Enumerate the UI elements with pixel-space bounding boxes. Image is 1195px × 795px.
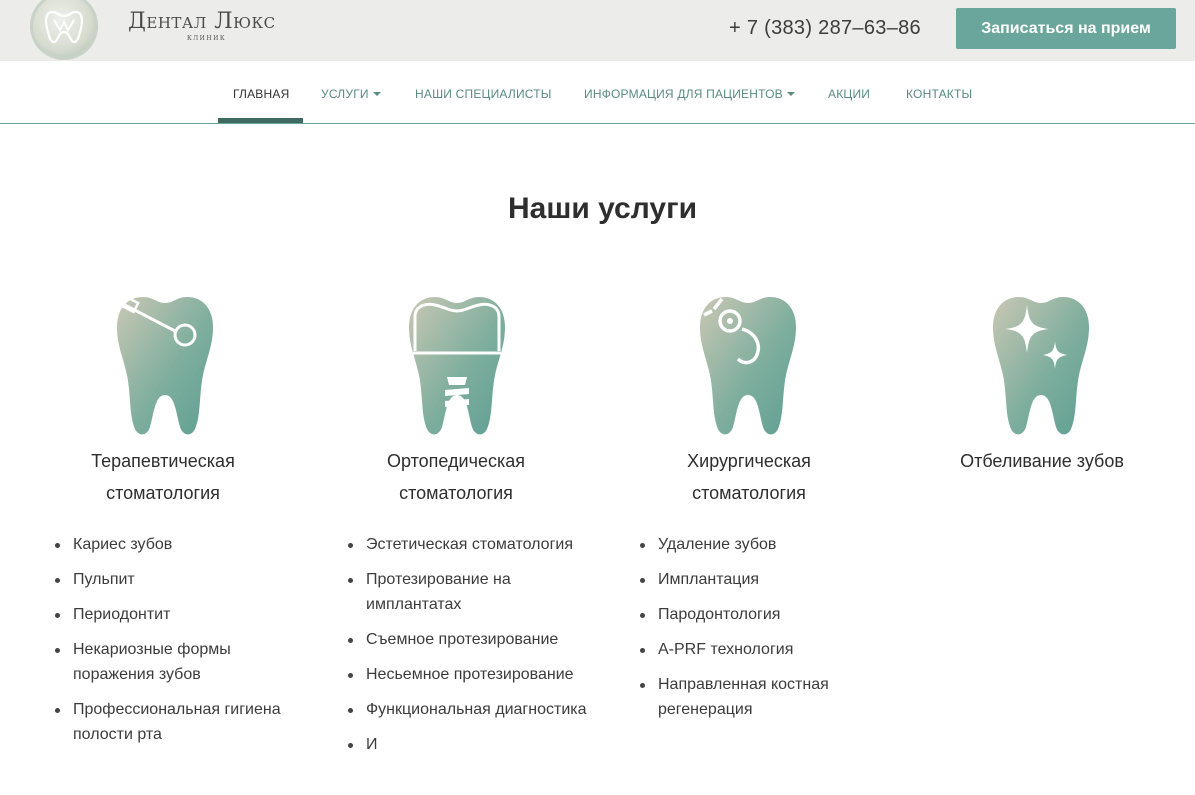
service-list: Кариес зубов Пульпит Периодонтит Некарио… xyxy=(55,532,303,757)
list-item[interactable]: Профессиональная гигиена полости рта xyxy=(55,697,303,747)
brand[interactable]: Дентал Люкс клиник xyxy=(128,9,276,42)
service-title[interactable]: Терапевтическая стоматология xyxy=(18,445,308,509)
list-item[interactable]: Имплантация xyxy=(640,567,888,592)
nav-label: Услуги xyxy=(321,87,369,101)
nav-item-specialists[interactable]: Наши специалисты xyxy=(415,87,552,101)
list-item[interactable]: A-PRF технология xyxy=(640,637,888,662)
service-list: Эстетическая стоматология Протезирование… xyxy=(348,532,601,767)
service-title[interactable]: Отбеливание зубов xyxy=(897,445,1187,477)
caret-down-icon xyxy=(372,92,381,96)
title-line: Терапевтическая xyxy=(91,451,235,471)
book-appointment-button[interactable]: Записаться на прием xyxy=(956,8,1176,49)
nav-label: Информация для пациентов xyxy=(584,87,783,101)
nav-label: Акции xyxy=(828,87,871,101)
list-item[interactable]: Съемное протезирование xyxy=(348,627,601,652)
title-line: стоматология xyxy=(399,483,513,503)
nav-item-contacts[interactable]: Контакты xyxy=(906,87,972,101)
service-list: Удаление зубов Имплантация Пародонтологи… xyxy=(640,532,888,732)
list-item[interactable]: Некариозные формы поражения зубов xyxy=(55,637,303,687)
list-item[interactable]: Периодонтит xyxy=(55,602,303,627)
nav-label: Контакты xyxy=(906,87,973,101)
nav-item-promotions[interactable]: Акции xyxy=(828,87,870,101)
nav-item-services[interactable]: Услуги xyxy=(321,87,381,101)
active-nav-indicator xyxy=(218,118,303,123)
tooth-probe-icon[interactable] xyxy=(698,295,798,437)
title-line: Хирургическая xyxy=(687,451,811,471)
nav-label: Главная xyxy=(233,87,290,101)
list-item[interactable]: Несьемное протезирование xyxy=(348,662,601,687)
tooth-implant-icon[interactable] xyxy=(407,295,507,437)
title-line: Отбеливание зубов xyxy=(960,451,1124,471)
list-item[interactable]: Пародонтология xyxy=(640,602,888,627)
nav-item-home[interactable]: Главная xyxy=(233,87,289,101)
list-item[interactable]: Пульпит xyxy=(55,567,303,592)
list-item[interactable]: Эстетическая стоматология xyxy=(348,532,601,557)
tooth-sparkle-icon[interactable] xyxy=(991,295,1091,437)
section-title: Наши услуги xyxy=(507,192,698,225)
service-title[interactable]: Ортопедическая стоматология xyxy=(311,445,601,509)
brand-name: Дентал Люкс xyxy=(128,9,276,34)
list-item[interactable]: И xyxy=(348,732,601,757)
caret-down-icon xyxy=(786,92,795,96)
phone-number[interactable]: + 7 (383) 287–63–86 xyxy=(729,17,921,40)
list-item[interactable]: Протезирование на имплантатах xyxy=(348,567,601,617)
top-header: Дентал Люкс клиник + 7 (383) 287–63–86 З… xyxy=(0,0,1195,61)
list-item[interactable]: Кариес зубов xyxy=(55,532,303,557)
title-line: стоматология xyxy=(692,483,806,503)
list-item[interactable]: Удаление зубов xyxy=(640,532,888,557)
list-item[interactable]: Функциональная диагностика xyxy=(348,697,601,722)
list-item[interactable]: Направленная костная регенерация xyxy=(640,672,888,722)
main-nav: Главная Услуги Наши специалисты Информац… xyxy=(0,61,1195,124)
nav-item-patient-info[interactable]: Информация для пациентов xyxy=(584,87,795,101)
tooth-mirror-icon[interactable] xyxy=(114,292,215,437)
title-line: Ортопедическая xyxy=(386,451,525,471)
nav-label: Наши специалисты xyxy=(415,87,552,101)
tooth-logo-icon[interactable] xyxy=(30,0,98,60)
title-line: стоматология xyxy=(106,483,220,503)
service-title[interactable]: Хирургическая стоматология xyxy=(604,445,894,509)
